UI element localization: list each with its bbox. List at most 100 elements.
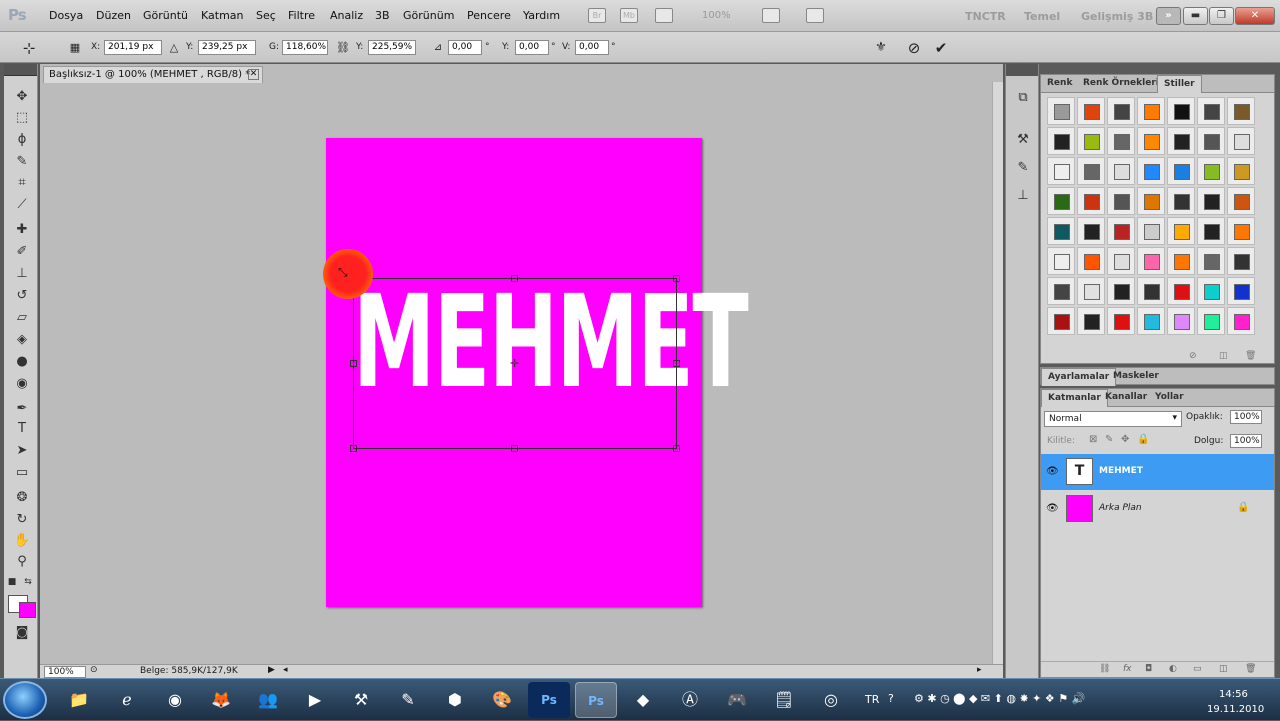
brush-panel-icon[interactable]: ✎ xyxy=(1014,159,1032,177)
type-tool-icon[interactable]: T xyxy=(13,420,31,438)
zoom-tool-icon[interactable]: ⚲ xyxy=(13,553,31,571)
blend-mode-select[interactable]: Normal ▾ xyxy=(1044,411,1182,427)
tool-presets-panel-icon[interactable]: ⚒ xyxy=(1014,131,1032,149)
background-color-swatch[interactable] xyxy=(19,602,36,618)
dock-header[interactable] xyxy=(1006,64,1038,76)
document-tab[interactable]: Başlıksız-1 @ 100% (MEHMET , RGB/8) * ✕ xyxy=(43,66,263,83)
tab-renk-ornekleri[interactable]: Renk Örnekleri xyxy=(1083,78,1159,88)
arrange-documents-icon[interactable] xyxy=(762,8,780,23)
add-mask-icon[interactable]: ◘ xyxy=(1145,664,1152,674)
status-info-icon[interactable]: ⊙ xyxy=(90,665,98,675)
h-skew-field[interactable]: 0,00 xyxy=(515,40,549,55)
restore-button[interactable]: ❐ xyxy=(1209,7,1234,25)
view-extras-icon[interactable] xyxy=(655,8,673,23)
style-swatch[interactable] xyxy=(1137,97,1165,125)
style-swatch[interactable] xyxy=(1227,247,1255,275)
style-swatch[interactable] xyxy=(1047,217,1075,245)
reference-point-icon[interactable]: ▦ xyxy=(66,39,84,57)
warp-mode-icon[interactable]: ⚜ xyxy=(872,39,890,57)
style-swatch[interactable] xyxy=(1047,127,1075,155)
clock-time[interactable]: 14:56 xyxy=(1219,689,1248,700)
transform-bounding-box[interactable]: ✛ xyxy=(350,275,680,452)
menu-sec[interactable]: Seç xyxy=(256,9,276,22)
cancel-transform-icon[interactable]: ⊘ xyxy=(905,39,923,57)
chrome-icon[interactable]: ◉ xyxy=(154,682,196,718)
relative-position-icon[interactable]: △ xyxy=(165,39,183,57)
style-swatch[interactable] xyxy=(1197,307,1225,335)
help-tray-icon[interactable]: ? xyxy=(888,692,894,705)
menu-dosya[interactable]: Dosya xyxy=(49,9,83,22)
style-swatch[interactable] xyxy=(1107,187,1135,215)
tab-ayarlamalar[interactable]: Ayarlamalar xyxy=(1041,368,1117,386)
menu-filtre[interactable]: Filtre xyxy=(288,9,315,22)
menu-analiz[interactable]: Analiz xyxy=(330,9,363,22)
style-swatch[interactable] xyxy=(1137,127,1165,155)
transform-handle-bottom-right[interactable] xyxy=(673,445,680,452)
link-aspect-icon[interactable]: ⛓ xyxy=(334,39,352,57)
x-position-field[interactable]: 201,19 px xyxy=(104,40,162,55)
paint-app-icon[interactable]: 🎨 xyxy=(481,682,523,718)
y-position-field[interactable]: 239,25 px xyxy=(198,40,256,55)
zoom-level-menu[interactable]: 100% xyxy=(702,10,731,21)
close-button[interactable]: ✕ xyxy=(1235,7,1275,25)
transform-center-icon[interactable]: ✛ xyxy=(510,357,519,370)
style-swatch[interactable] xyxy=(1227,127,1255,155)
quick-selection-tool-icon[interactable]: ✎ xyxy=(13,153,31,171)
style-swatch[interactable] xyxy=(1137,217,1165,245)
history-brush-tool-icon[interactable]: ↺ xyxy=(13,287,31,305)
history-panel-icon[interactable]: ⧉ xyxy=(1014,89,1032,107)
menu-katman[interactable]: Katman xyxy=(201,9,244,22)
status-menu-arrow-icon[interactable]: ▶ xyxy=(268,665,275,675)
shape-tool-icon[interactable]: ▭ xyxy=(13,464,31,482)
eyedropper-tool-icon[interactable]: ⟋ xyxy=(13,196,31,214)
style-swatch[interactable] xyxy=(1197,187,1225,215)
tray-icons-group[interactable]: ⚙ ✱ ◷ ⬤ ◆ ✉ ⬆ ◍ ✸ ✦ ❖ ⚑ 🔊 xyxy=(914,692,1085,705)
new-layer-icon[interactable]: ◫ xyxy=(1219,664,1228,674)
style-swatch[interactable] xyxy=(1197,157,1225,185)
layer-row-arka-plan[interactable]: 👁 Arka Plan 🔒 xyxy=(1041,491,1274,527)
close-document-icon[interactable]: ✕ xyxy=(248,69,259,80)
transform-handle-right[interactable] xyxy=(673,360,680,367)
menu-yardim[interactable]: Yardım xyxy=(523,9,560,22)
3d-rotate-tool-icon[interactable]: ❂ xyxy=(13,489,31,507)
transform-handle-bottom-left[interactable] xyxy=(350,445,357,452)
scroll-left-icon[interactable]: ◂ xyxy=(283,665,288,675)
style-swatch[interactable] xyxy=(1047,277,1075,305)
move-tool-icon[interactable]: ✥ xyxy=(13,88,31,106)
tools-app-icon[interactable]: ⚒ xyxy=(340,682,382,718)
delete-style-icon[interactable]: 🗑 xyxy=(1245,351,1256,361)
layer-style-icon[interactable]: fx xyxy=(1123,664,1132,674)
transform-handle-bottom[interactable] xyxy=(511,445,518,452)
style-swatch[interactable] xyxy=(1077,97,1105,125)
style-swatch[interactable] xyxy=(1167,277,1195,305)
layer-name-arka-plan[interactable]: Arka Plan xyxy=(1099,503,1142,513)
style-swatch[interactable] xyxy=(1137,157,1165,185)
style-swatch[interactable] xyxy=(1107,97,1135,125)
minimize-button[interactable]: ▬ xyxy=(1183,7,1208,25)
style-swatch[interactable] xyxy=(1107,307,1135,335)
tab-yollar[interactable]: Yollar xyxy=(1155,392,1184,402)
style-swatch[interactable] xyxy=(1107,247,1135,275)
style-swatch[interactable] xyxy=(1197,247,1225,275)
style-swatch[interactable] xyxy=(1077,247,1105,275)
style-swatch[interactable] xyxy=(1047,247,1075,275)
width-scale-field[interactable]: 118,60% xyxy=(282,40,328,55)
photoshop-pinned-icon[interactable]: Ps xyxy=(528,682,570,718)
tab-kanallar[interactable]: Kanallar xyxy=(1105,392,1147,402)
style-swatch[interactable] xyxy=(1227,277,1255,305)
style-swatch[interactable] xyxy=(1137,277,1165,305)
style-swatch[interactable] xyxy=(1227,157,1255,185)
crop-tool-icon[interactable]: ⌗ xyxy=(13,174,31,192)
rotate-angle-field[interactable]: 0,00 xyxy=(448,40,482,55)
layer-visibility-eye-icon[interactable]: 👁 xyxy=(1046,466,1059,477)
adjustment-layer-icon[interactable]: ◐ xyxy=(1169,664,1177,674)
vertical-scrollbar[interactable] xyxy=(992,82,1003,672)
lock-pixels-icon[interactable]: ✎ xyxy=(1105,434,1113,445)
notes-app-icon[interactable]: 🗒 xyxy=(763,682,805,718)
style-swatch[interactable] xyxy=(1077,307,1105,335)
style-swatch[interactable] xyxy=(1167,127,1195,155)
language-indicator[interactable]: TR xyxy=(865,693,879,706)
new-group-icon[interactable]: ▭ xyxy=(1193,664,1202,674)
style-swatch[interactable] xyxy=(1197,217,1225,245)
explorer-icon[interactable]: 📁 xyxy=(58,682,100,718)
